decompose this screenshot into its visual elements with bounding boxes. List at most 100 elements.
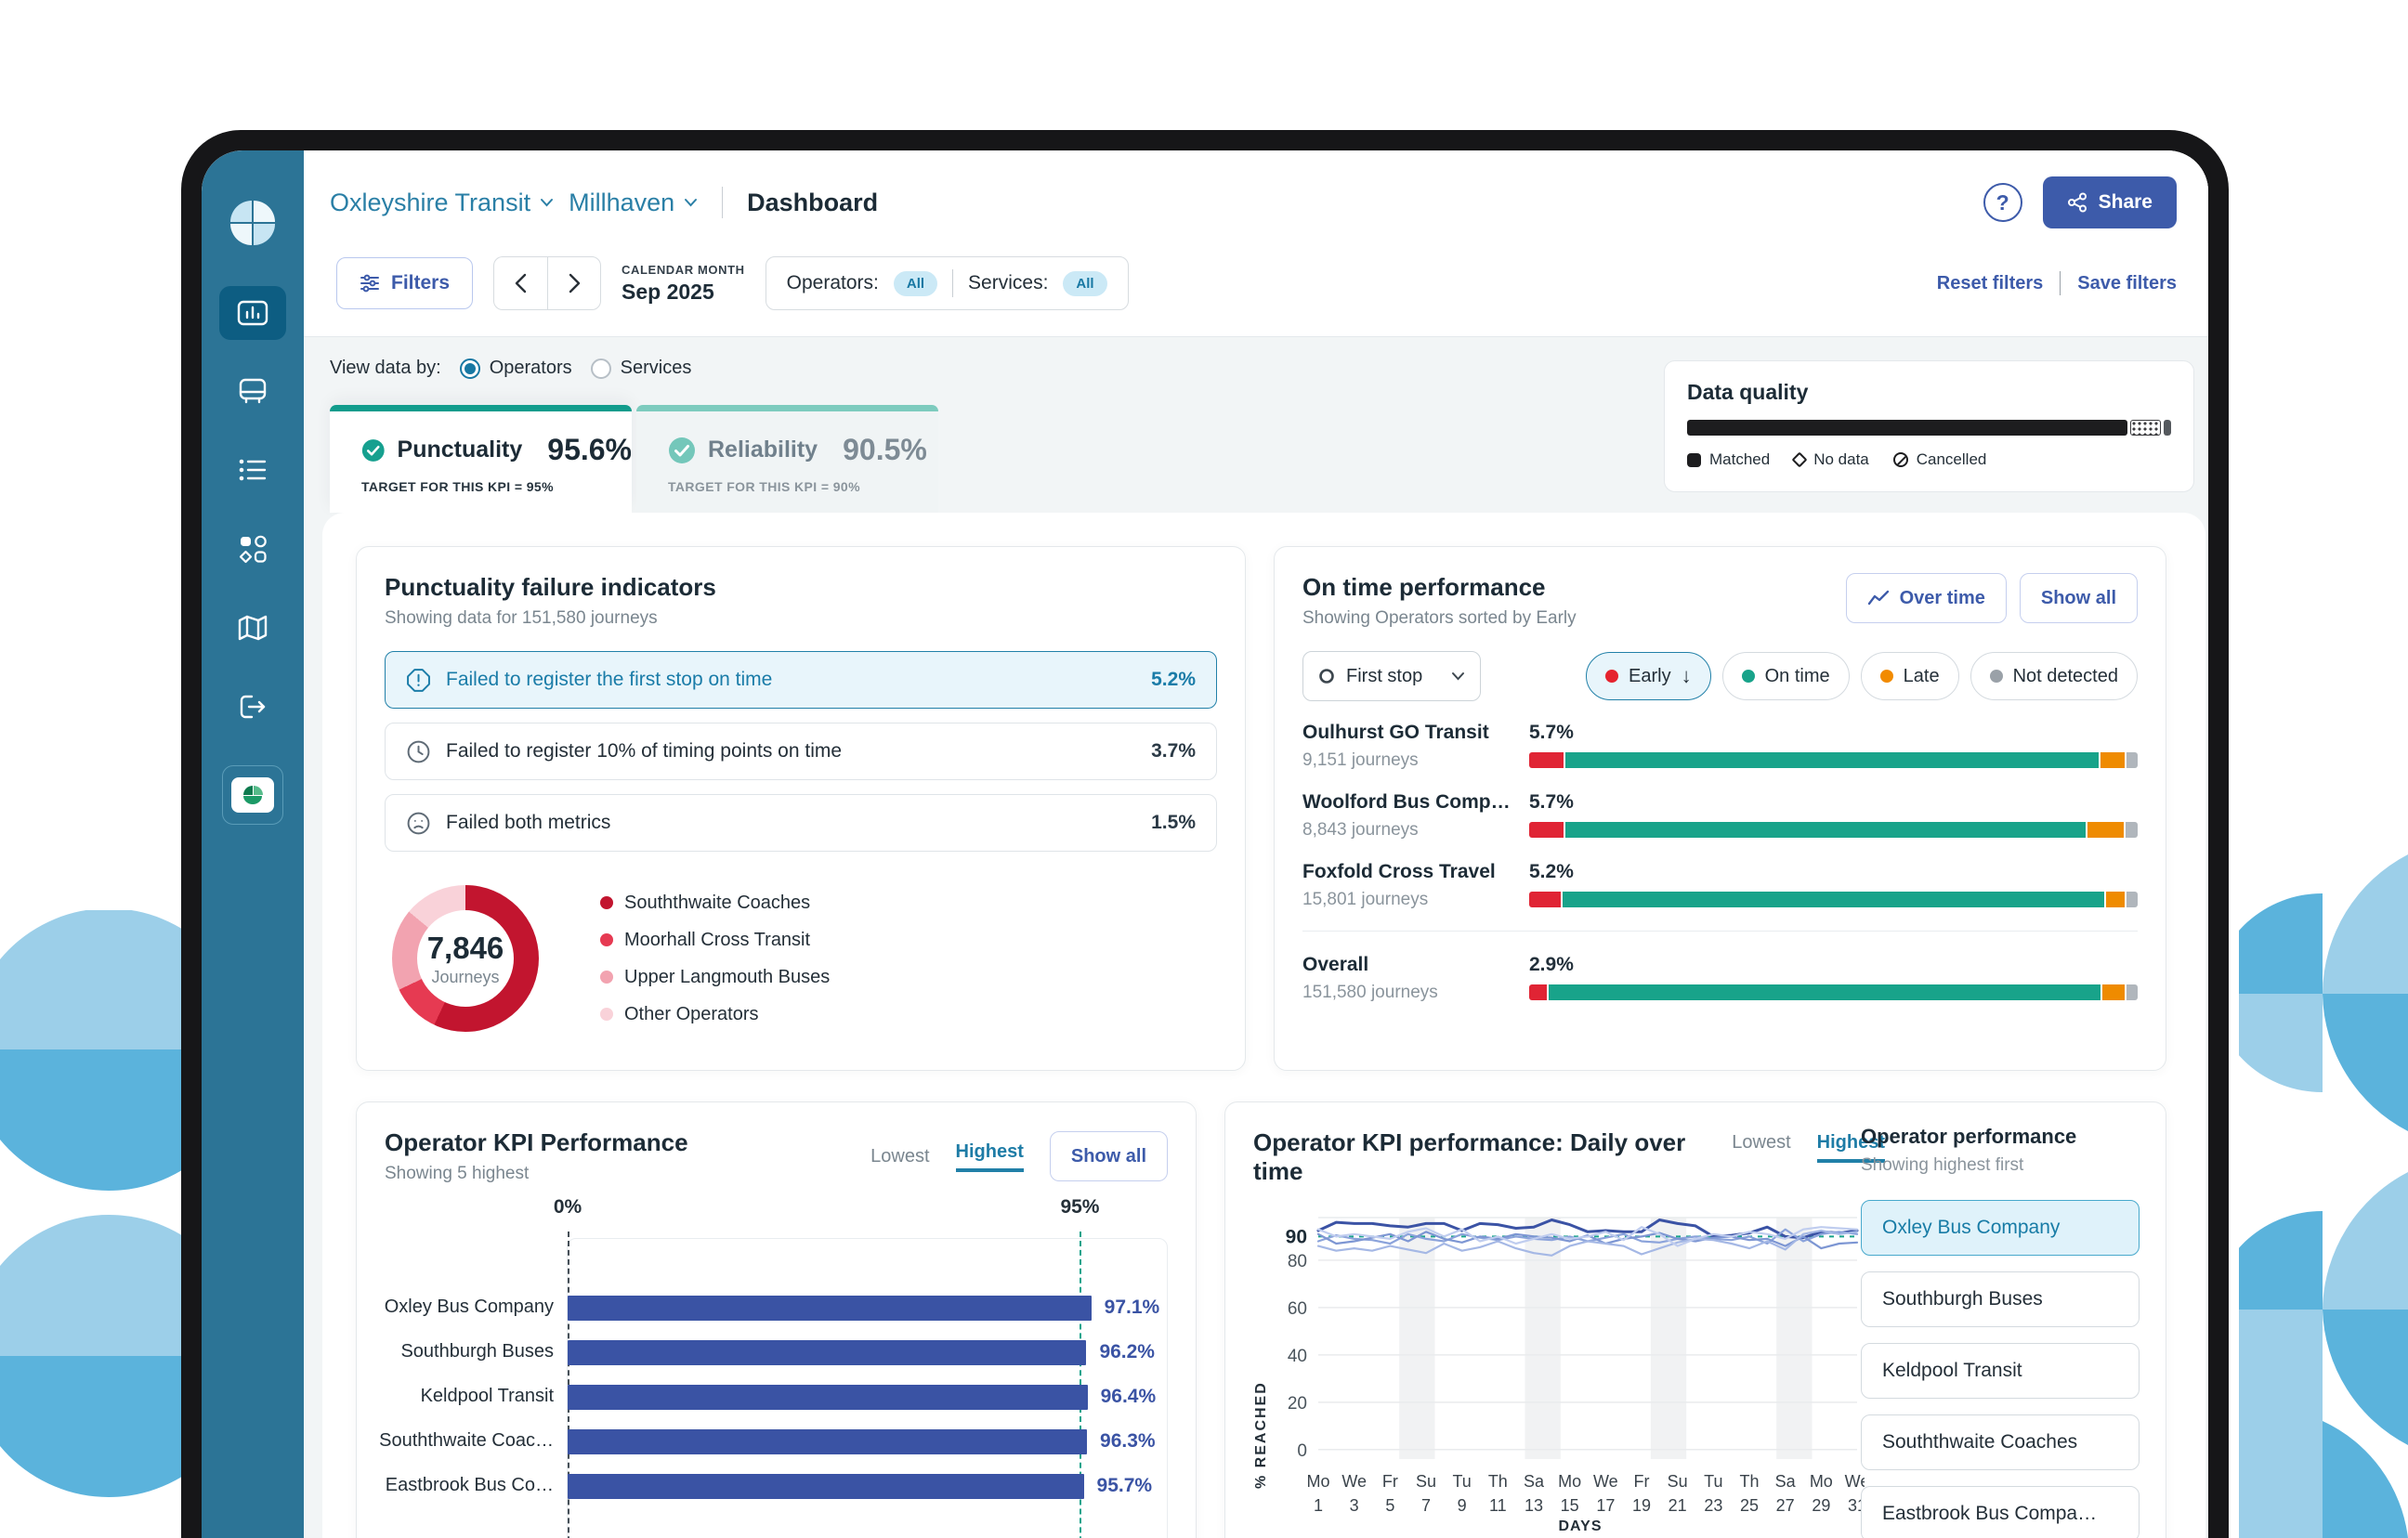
status-pill-late[interactable]: Late: [1861, 652, 1959, 700]
legend-dot-icon: [600, 896, 613, 909]
sidebar-item-vehicles[interactable]: [219, 364, 286, 418]
legend-dot-icon: [600, 933, 613, 946]
status-pill-not-detected[interactable]: Not detected: [1970, 652, 2138, 700]
bar-segment: [1565, 822, 2086, 838]
failure-value: 3.7%: [1151, 740, 1196, 762]
sidebar-item-categories[interactable]: [219, 522, 286, 576]
highest-toggle[interactable]: Highest: [956, 1141, 1024, 1172]
on-time-rows: Oulhurst GO Transit9,151 journeys5.7%Woo…: [1302, 722, 2138, 1003]
failure-indicator-row[interactable]: Failed to register 10% of timing points …: [385, 723, 1217, 780]
operator-list-item[interactable]: Oxley Bus Company: [1861, 1200, 2140, 1256]
svg-text:40: 40: [1288, 1347, 1307, 1366]
panel-subtitle: Showing data for 151,580 journeys: [385, 608, 1217, 629]
status-dot-icon: [1742, 670, 1755, 683]
sliders-icon: [360, 273, 380, 293]
stop-ring-icon: [1318, 668, 1335, 684]
lowest-toggle[interactable]: Lowest: [1732, 1132, 1790, 1163]
active-filters-summary[interactable]: Operators: All Services: All: [766, 256, 1129, 310]
lowest-toggle[interactable]: Lowest: [870, 1146, 929, 1167]
bar-value-label: 96.2%: [1099, 1341, 1155, 1363]
bar-segment: [2126, 822, 2138, 838]
top-bar: Oxleyshire Transit Millhaven Dashboard ?: [304, 150, 2208, 337]
breadcrumb-org[interactable]: Oxleyshire Transit: [330, 189, 554, 217]
svg-text:80: 80: [1288, 1252, 1307, 1271]
status-dot-icon: [1880, 670, 1893, 683]
filters-button[interactable]: Filters: [336, 257, 473, 309]
panel-title: On time performance: [1302, 573, 1577, 602]
svg-text:13: 13: [1525, 1496, 1543, 1515]
failure-indicators-panel: Punctuality failure indicators Showing d…: [356, 546, 1246, 1071]
daily-over-time-panel: Operator KPI performance: Daily over tim…: [1224, 1101, 2166, 1538]
sidebar-item-map[interactable]: [219, 601, 286, 655]
svg-text:17: 17: [1596, 1496, 1615, 1515]
stop-filter-select[interactable]: First stop: [1302, 651, 1481, 701]
axis-label-95: 95%: [1060, 1196, 1099, 1219]
sidebar-item-services[interactable]: [219, 443, 286, 497]
journeys-count: 9,151 journeys: [1302, 750, 1518, 771]
early-percent: 5.2%: [1529, 861, 2138, 883]
failure-indicator-row[interactable]: Failed both metrics1.5%: [385, 794, 1217, 852]
bar-segment: [1529, 984, 1547, 1000]
view-data-by: View data by: Operators Services: [330, 358, 691, 379]
kpi-bar: [568, 1429, 1087, 1454]
sidebar-org-badge[interactable]: [222, 765, 283, 825]
list-subtitle: Showing highest first: [1861, 1155, 2140, 1176]
operator-name: Woolford Bus Comp…: [1302, 791, 1518, 814]
prev-month-button[interactable]: [493, 256, 547, 310]
svg-text:11: 11: [1489, 1496, 1507, 1515]
show-all-button[interactable]: Show all: [2020, 573, 2138, 623]
nodata-legend-icon: [1792, 452, 1808, 468]
reset-filters-link[interactable]: Reset filters: [1937, 273, 2044, 294]
failure-rows: Failed to register the first stop on tim…: [385, 651, 1217, 852]
operator-list-item[interactable]: Southburgh Buses: [1861, 1271, 2140, 1327]
status-pill-on-time[interactable]: On time: [1722, 652, 1850, 700]
bar-chart-labels: Oxley Bus CompanySouthburgh BusesKeldpoo…: [385, 1238, 567, 1538]
data-quality-matched-segment: [1687, 420, 2127, 436]
operator-list-item[interactable]: Keldpool Transit: [1861, 1343, 2140, 1399]
donut-legend-item: Upper Langmouth Buses: [600, 967, 830, 988]
next-month-button[interactable]: [547, 256, 601, 310]
svg-text:Mo: Mo: [1306, 1472, 1329, 1491]
operator-list-item[interactable]: Souththwaite Coaches: [1861, 1414, 2140, 1470]
status-pill-early[interactable]: Early↓: [1586, 652, 1711, 700]
svg-text:9: 9: [1458, 1496, 1467, 1515]
sad-icon: [406, 811, 431, 836]
sidebar-item-dashboard[interactable]: [219, 286, 286, 340]
panel-title: Operator KPI Performance: [385, 1128, 688, 1157]
legend-dot-icon: [600, 1008, 613, 1021]
help-icon[interactable]: ?: [1983, 183, 2022, 222]
svg-text:3: 3: [1350, 1496, 1359, 1515]
show-all-button[interactable]: Show all: [1050, 1131, 1168, 1181]
radio-unselected-icon: [591, 358, 611, 379]
failure-value: 5.2%: [1151, 669, 1196, 691]
divider: [2060, 271, 2061, 295]
bar-segment: [1549, 984, 2101, 1000]
bar-segment: [2087, 822, 2124, 838]
kpi-bar: [568, 1474, 1084, 1499]
breadcrumb-area[interactable]: Millhaven: [569, 189, 698, 217]
svg-text:Tu: Tu: [1452, 1472, 1471, 1491]
svg-text:Tu: Tu: [1704, 1472, 1722, 1491]
bar-segment: [2127, 984, 2138, 1000]
tab-reliability[interactable]: Reliability 90.5% TARGET FOR THIS KPI = …: [636, 405, 938, 513]
kpi-tabs: Punctuality 95.6% TARGET FOR THIS KPI = …: [330, 405, 938, 513]
check-circle-icon: [668, 437, 696, 464]
status-dot-icon: [1605, 670, 1618, 683]
bar-category-label: Keldpool Transit: [385, 1374, 567, 1418]
failure-indicator-row[interactable]: Failed to register the first stop on tim…: [385, 651, 1217, 709]
save-filters-link[interactable]: Save filters: [2077, 273, 2177, 294]
radio-operators[interactable]: Operators: [460, 358, 572, 379]
operator-list-item[interactable]: Eastbrook Bus Compa…: [1861, 1486, 2140, 1538]
operator-name: Oulhurst GO Transit: [1302, 722, 1518, 744]
sidebar-item-logout[interactable]: [219, 680, 286, 734]
calendar-month: CALENDAR MONTH Sep 2025: [622, 263, 745, 305]
share-button[interactable]: Share: [2043, 176, 2177, 228]
bar-row: 96.4%: [568, 1375, 1167, 1419]
panel-subtitle: Showing 5 highest: [385, 1164, 688, 1184]
svg-text:27: 27: [1776, 1496, 1795, 1515]
bar-segment: [1529, 822, 1564, 838]
radio-services[interactable]: Services: [591, 358, 692, 379]
axis-label-0: 0%: [554, 1196, 582, 1219]
tab-punctuality[interactable]: Punctuality 95.6% TARGET FOR THIS KPI = …: [330, 405, 632, 513]
over-time-button[interactable]: Over time: [1846, 573, 2007, 623]
